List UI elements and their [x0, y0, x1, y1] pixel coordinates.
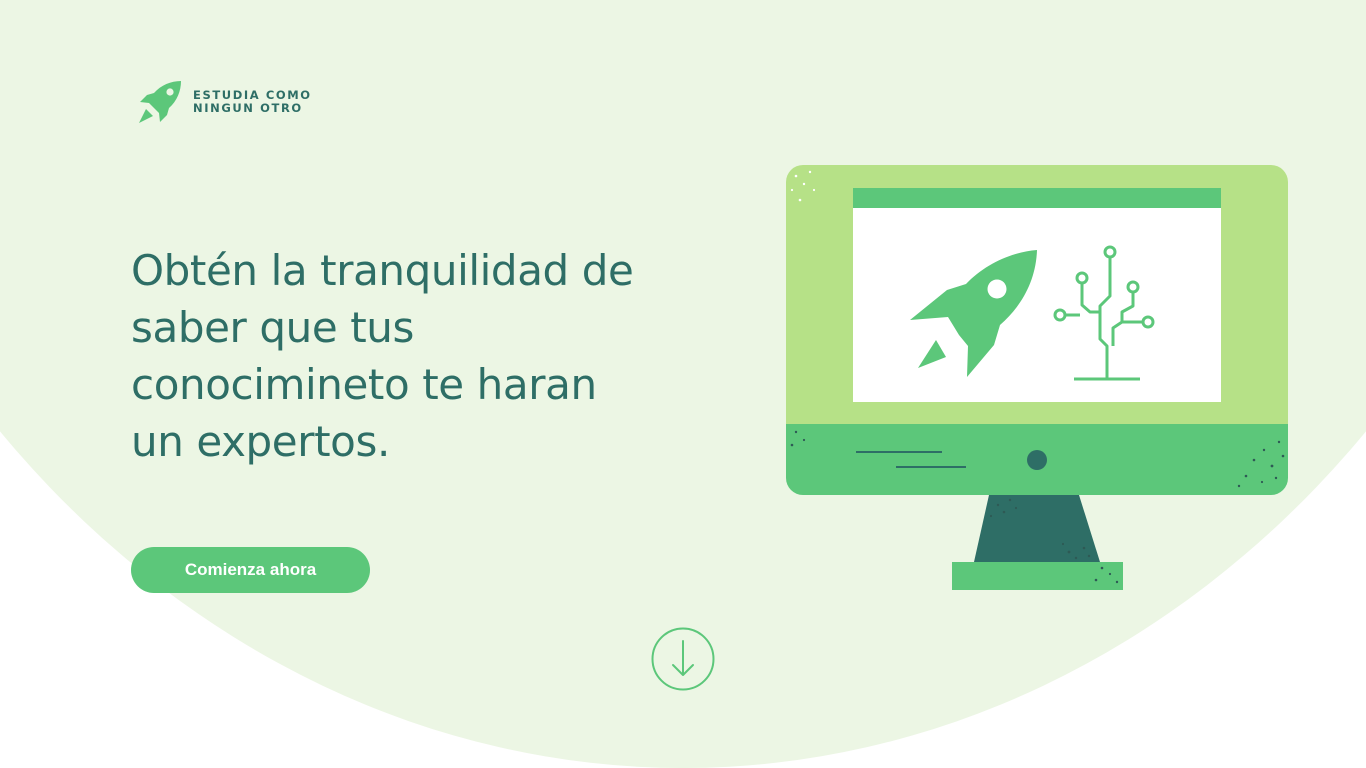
- start-now-button[interactable]: Comienza ahora: [131, 547, 370, 593]
- monitor-base: [952, 562, 1123, 590]
- arrow-down-circle-icon[interactable]: [651, 627, 715, 691]
- monitor-icon: [786, 165, 1288, 590]
- monitor-illustration: [784, 160, 1292, 595]
- screen-content: [853, 208, 1221, 402]
- brand-name-line2: NINGUN OTRO: [193, 101, 303, 115]
- brand-logo[interactable]: ESTUDIA COMO NINGUN OTRO: [137, 79, 312, 125]
- hero-headline: Obtén la tranquilidad de saber que tus c…: [131, 246, 634, 466]
- rocket-icon: [139, 81, 181, 123]
- landing-page: ESTUDIA COMO NINGUN OTRO Obtén la tranqu…: [0, 0, 1366, 768]
- monitor-stand: [974, 495, 1100, 562]
- brand-name: ESTUDIA COMO NINGUN OTRO: [193, 89, 312, 115]
- power-button: [1027, 450, 1047, 470]
- screen-titlebar: [853, 188, 1221, 208]
